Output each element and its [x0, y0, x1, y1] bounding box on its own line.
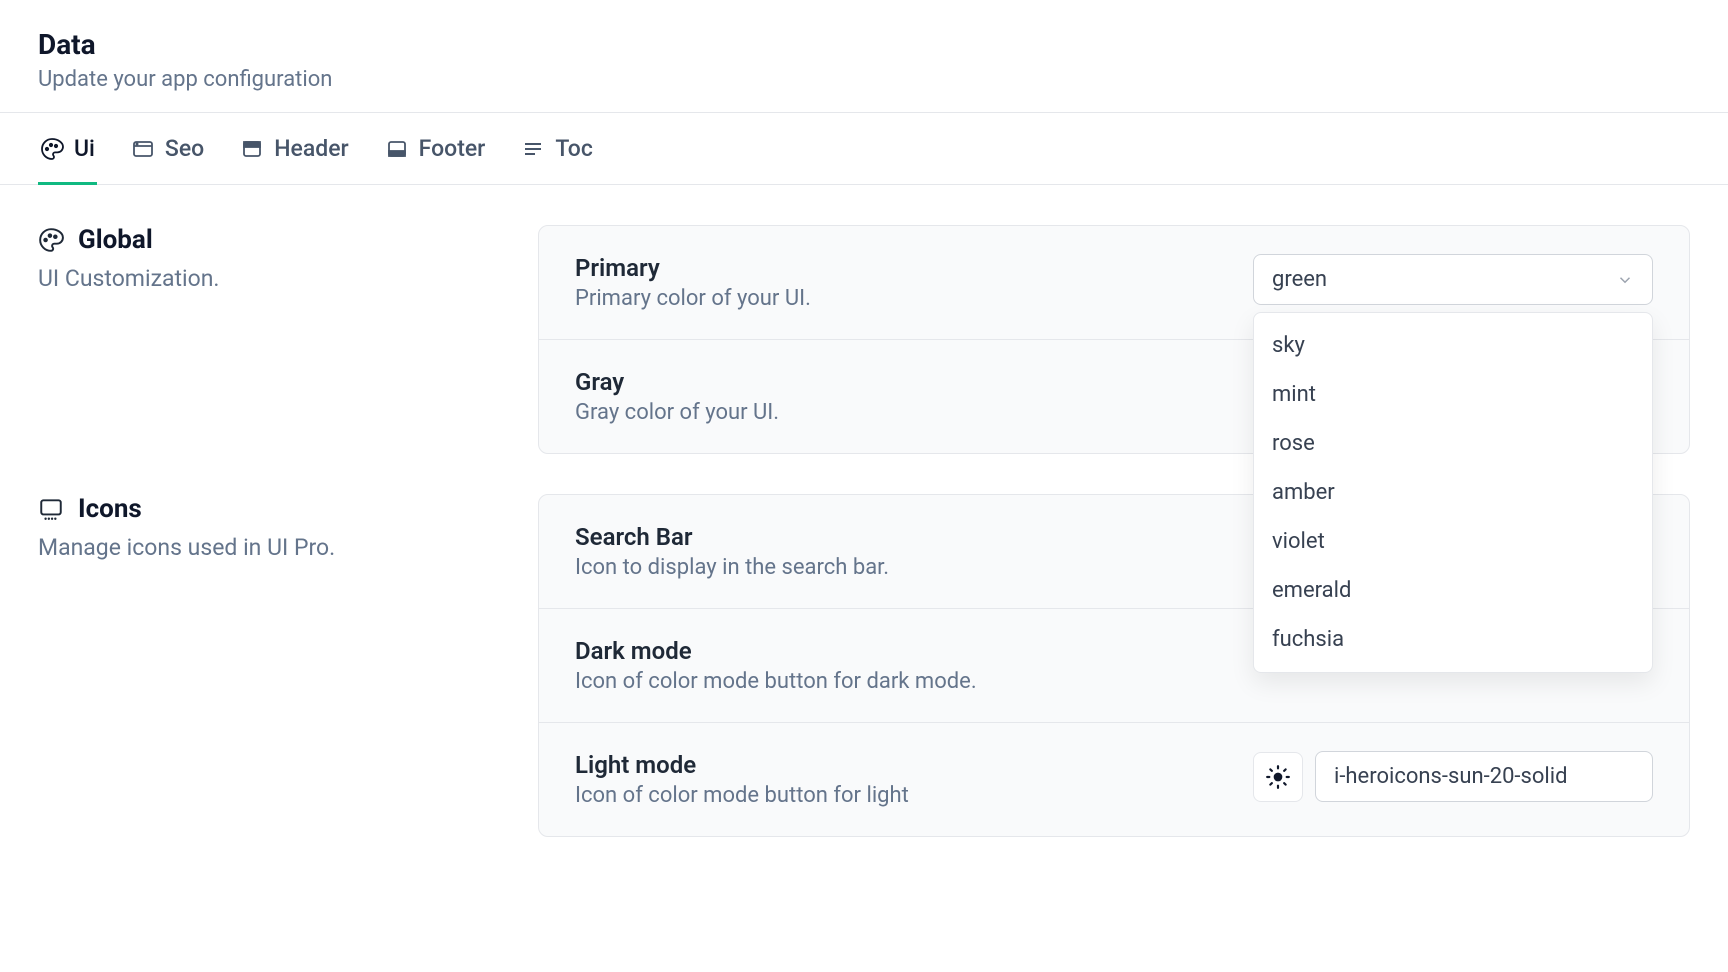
tab-ui[interactable]: Ui — [38, 113, 97, 184]
tabs: Ui Seo Header — [0, 112, 1728, 185]
field-label: Light mode — [575, 751, 1223, 779]
footer-icon — [385, 137, 409, 161]
dropdown-option-emerald[interactable]: emerald — [1254, 566, 1652, 615]
page-title: Data — [38, 28, 1690, 61]
tab-label: Header — [274, 135, 348, 162]
field-lightmode: Light mode Icon of color mode button for… — [539, 723, 1689, 836]
lightmode-icon-preview — [1253, 752, 1303, 802]
tab-toc[interactable]: Toc — [519, 113, 595, 184]
tab-label: Toc — [555, 135, 593, 162]
dropdown-option-amber[interactable]: amber — [1254, 468, 1652, 517]
field-desc: Icon of color mode button for light — [575, 783, 1223, 808]
field-desc: Gray color of your UI. — [575, 400, 1223, 425]
browser-icon — [131, 137, 155, 161]
field-desc: Icon to display in the search bar. — [575, 555, 1223, 580]
field-label: Gray — [575, 368, 1223, 396]
palette-icon — [38, 227, 64, 253]
section-title: Icons — [78, 494, 142, 524]
field-desc: Primary color of your UI. — [575, 286, 1223, 311]
dropdown-option-violet[interactable]: violet — [1254, 517, 1652, 566]
palette-icon — [40, 137, 64, 161]
monitor-icon — [38, 496, 64, 522]
page-header: Data Update your app configuration — [0, 0, 1728, 112]
tab-seo[interactable]: Seo — [129, 113, 206, 184]
sun-icon — [1265, 764, 1291, 790]
tab-label: Footer — [419, 135, 486, 162]
tab-label: Ui — [74, 135, 95, 162]
chevron-down-icon — [1616, 271, 1634, 289]
field-label: Primary — [575, 254, 1223, 282]
dropdown-option-sky[interactable]: sky — [1254, 321, 1652, 370]
dropdown-option-fuchsia[interactable]: fuchsia — [1254, 615, 1652, 664]
field-primary: Primary Primary color of your UI. green … — [539, 226, 1689, 340]
primary-color-select[interactable]: green — [1253, 254, 1653, 305]
select-value: green — [1272, 267, 1327, 292]
dropdown-option-rose[interactable]: rose — [1254, 419, 1652, 468]
list-icon — [521, 137, 545, 161]
header-icon — [240, 137, 264, 161]
section-title: Global — [78, 225, 153, 255]
primary-color-dropdown: sky mint rose amber violet emerald fuchs… — [1253, 312, 1653, 673]
tab-footer[interactable]: Footer — [383, 113, 488, 184]
field-desc: Icon of color mode button for dark mode. — [575, 669, 1223, 694]
page-subtitle: Update your app configuration — [38, 67, 1690, 92]
field-label: Search Bar — [575, 523, 1223, 551]
section-desc: Manage icons used in UI Pro. — [38, 534, 498, 561]
section-global: Global UI Customization. Primary Primary… — [38, 225, 1690, 454]
section-desc: UI Customization. — [38, 265, 498, 292]
dropdown-option-mint[interactable]: mint — [1254, 370, 1652, 419]
lightmode-icon-input[interactable]: i-heroicons-sun-20-solid — [1315, 751, 1653, 802]
tab-label: Seo — [165, 135, 204, 162]
tab-header[interactable]: Header — [238, 113, 350, 184]
field-label: Dark mode — [575, 637, 1223, 665]
